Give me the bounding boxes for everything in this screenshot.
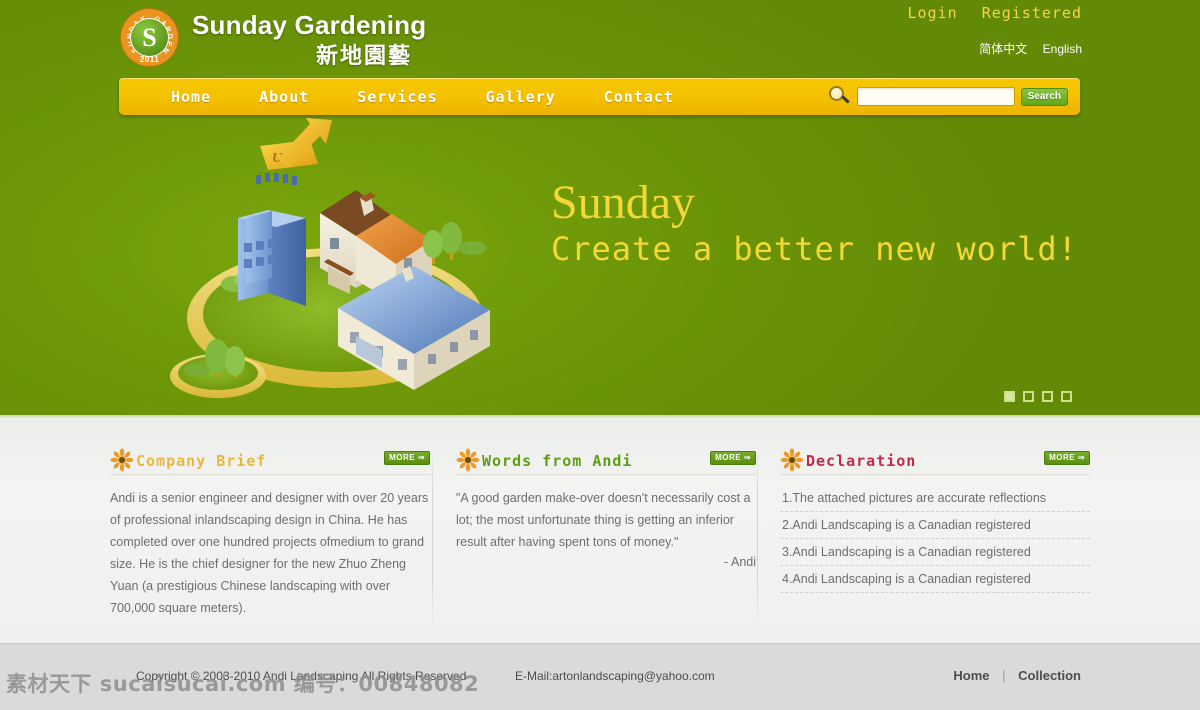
- account-links: Login Registered: [894, 4, 1083, 22]
- search-input[interactable]: [856, 87, 1015, 106]
- words-more-button[interactable]: MORE ⇒: [710, 451, 756, 465]
- footer-link-collection[interactable]: Collection: [1009, 668, 1090, 683]
- brand-name-cn: 新地園藝: [316, 44, 413, 69]
- words-header: Words from Andi MORE ⇒: [456, 445, 756, 475]
- hero-illustration: UP: [170, 118, 490, 398]
- language-chinese-link[interactable]: 简体中文: [979, 42, 1027, 56]
- list-item[interactable]: 1.The attached pictures are accurate ref…: [780, 485, 1090, 512]
- nav-item-about[interactable]: About: [235, 88, 333, 106]
- nav-item-gallery[interactable]: Gallery: [462, 88, 580, 106]
- column-divider: [757, 445, 758, 627]
- list-item[interactable]: 3.Andi Landscaping is a Canadian registe…: [780, 539, 1090, 566]
- section-words-from-andi: Words from Andi MORE ⇒ "A good garden ma…: [456, 445, 756, 569]
- footer-link-home[interactable]: Home: [944, 668, 998, 683]
- sunflower-icon: [456, 448, 480, 472]
- site-header: SUNDAY GARDEN S 2011 Sunday Gardening 新地…: [0, 0, 1200, 78]
- declaration-more-button[interactable]: MORE ⇒: [1044, 451, 1090, 465]
- words-attribution: - Andi: [724, 555, 756, 569]
- hero-title: Sunday: [551, 176, 695, 229]
- words-title: Words from Andi: [482, 451, 633, 470]
- search-button[interactable]: Search: [1020, 87, 1068, 106]
- slider-dot-1[interactable]: [1004, 391, 1015, 402]
- nav-item-home[interactable]: Home: [147, 88, 235, 106]
- search-icon[interactable]: [828, 85, 851, 108]
- language-links: 简体中文 English: [967, 40, 1082, 57]
- nav-item-contact[interactable]: Contact: [580, 88, 698, 106]
- sunflower-icon: [780, 448, 804, 472]
- logo-inner-disc: S: [130, 18, 169, 57]
- list-item[interactable]: 2.Andi Landscaping is a Canadian registe…: [780, 512, 1090, 539]
- declaration-list: 1.The attached pictures are accurate ref…: [780, 485, 1090, 593]
- sunflower-icon: [110, 448, 134, 472]
- footer-navigation: Home | Collection: [944, 668, 1090, 683]
- declaration-title: Declaration: [806, 451, 917, 470]
- hero-section: SUNDAY GARDEN S 2011 Sunday Gardening 新地…: [0, 0, 1200, 418]
- section-company-brief: Company Brief MORE ⇒ Andi is a senior en…: [110, 445, 430, 619]
- company-brief-header: Company Brief MORE ⇒: [110, 445, 430, 475]
- company-brief-body: Andi is a senior engineer and designer w…: [110, 491, 429, 615]
- login-link[interactable]: Login: [908, 4, 958, 22]
- section-declaration: Declaration MORE ⇒ 1.The attached pictur…: [780, 445, 1090, 593]
- hero-subtitle: Create a better new world!: [551, 230, 1078, 268]
- nav-item-services[interactable]: Services: [333, 88, 461, 106]
- column-divider: [432, 445, 433, 627]
- declaration-header: Declaration MORE ⇒: [780, 445, 1090, 475]
- recycle-arrow-icon: S: [142, 22, 157, 52]
- slider-dot-2[interactable]: [1023, 391, 1034, 402]
- slider-dot-4[interactable]: [1061, 391, 1072, 402]
- register-link[interactable]: Registered: [982, 4, 1082, 22]
- brand-name-en: Sunday Gardening: [192, 10, 427, 40]
- nav-item-list: Home About Services Gallery Contact: [147, 78, 698, 115]
- words-body: "A good garden make-over doesn't necessa…: [456, 491, 751, 549]
- footer-email: E-Mail:artonlandscaping@yahoo.com: [515, 669, 715, 683]
- site-logo[interactable]: SUNDAY GARDEN S 2011: [121, 9, 178, 66]
- language-english-link[interactable]: English: [1043, 42, 1082, 56]
- slider-pagination: [1004, 391, 1072, 402]
- search-area: Search: [828, 78, 1068, 115]
- list-item[interactable]: 4.Andi Landscaping is a Canadian registe…: [780, 566, 1090, 593]
- content-area: Company Brief MORE ⇒ Andi is a senior en…: [0, 421, 1200, 643]
- company-brief-title: Company Brief: [136, 451, 267, 470]
- main-navigation: Home About Services Gallery Contact Sear…: [119, 78, 1080, 115]
- company-brief-more-button[interactable]: MORE ⇒: [384, 451, 430, 465]
- stock-watermark: 素材天下 sucaisucai.com 编号：00848082: [6, 672, 480, 696]
- logo-year: 2011: [139, 55, 160, 64]
- footer-separator: |: [1002, 668, 1006, 683]
- slider-dot-3[interactable]: [1042, 391, 1053, 402]
